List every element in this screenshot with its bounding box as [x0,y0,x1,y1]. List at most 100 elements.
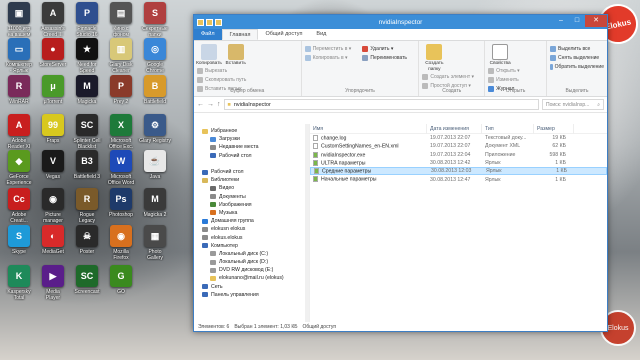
back-arrow-icon[interactable]: ← [197,101,204,108]
copy-path-button[interactable]: Скопировать путь [197,76,246,85]
column-type[interactable]: Тип [482,123,534,134]
file-name: Начальные параметры [310,176,427,183]
new-folder-icon [426,44,443,60]
tree-item-icon [202,169,208,175]
app-icon: M [144,188,166,210]
copy-button[interactable]: Копировать [196,44,222,67]
app-icon: ▣ [8,2,30,24]
column-size[interactable]: Размер [534,123,574,134]
navigation-scrollbar[interactable] [305,124,309,322]
app-icon: A [42,2,64,24]
tree-item-label: Музыка [219,209,238,216]
column-name[interactable]: Имя [310,123,427,134]
tree-item[interactable]: elokusn elokus [194,225,309,233]
tree-item[interactable]: Домашняя группа [194,217,309,225]
desktop-icon-label: Java [149,174,161,180]
file-row[interactable]: Средние параметры 30.08.2013 12:03 Ярлык 1 … [310,167,607,176]
tree-item[interactable]: Локальный диск (D:) [194,258,309,266]
tree-item[interactable]: Панель управления [194,291,309,299]
new-item-button[interactable]: Создать элемент ▾ [422,72,474,81]
tree-item[interactable]: Избранное [194,127,309,135]
tree-item-label: Локальный диск (C:) [219,250,269,257]
app-icon: ◉ [42,188,64,210]
app-icon: SC [76,114,98,136]
organize-group-label: Упорядочить [345,88,375,94]
app-icon: ▭ [8,38,30,60]
delete-button[interactable]: Удалить ▾ [362,44,407,53]
invert-selection-button[interactable]: Обратить выделение [549,62,604,71]
move-to-button[interactable]: Переместить в ▾ [304,44,361,53]
forward-arrow-icon[interactable]: → [207,101,214,108]
tree-item-icon [202,161,208,166]
tree-item[interactable]: elokus.elokus [194,233,309,241]
tab-view[interactable]: Вид [309,29,333,40]
address-bar[interactable]: ■ nvidiaInspector [223,99,539,110]
app-icon: ● [42,38,64,60]
tree-item[interactable]: elokunano@mail.ru (elokus) [194,274,309,282]
select-all-button[interactable]: Выделить все [549,44,604,53]
file-row[interactable]: change.log 19.07.2013 22:07 Текстовый доку… [310,134,607,142]
select-none-button[interactable]: Снять выделение [549,53,604,62]
desktop-icon[interactable]: G GO [102,265,140,313]
tree-item-label: Избранное [211,128,238,135]
item-count: Элементов: 6 [198,323,230,330]
cut-button[interactable]: Вырезать [197,67,246,76]
paste-button[interactable]: Вставить [224,44,248,67]
file-type: Ярлык [485,160,501,167]
app-icon: S [8,225,30,247]
tab-share[interactable]: Общий доступ [258,29,309,40]
app-icon: V [42,150,64,172]
tab-home[interactable]: Главная [221,29,259,40]
close-button[interactable]: ✕ [585,15,607,27]
desktop-icon[interactable]: ▦ Photo Gallery [136,225,174,273]
clipboard-group-label: Буфер обмена [230,88,265,94]
tab-file[interactable]: Файл [194,29,222,40]
tree-item[interactable]: Библиотеки [194,176,309,184]
tree-item-icon [210,267,216,273]
tree-item[interactable]: DVD RW дисковод (E:) [194,266,309,274]
create-group-label: Создать [442,88,462,94]
open-icon [488,68,495,74]
up-arrow-icon[interactable]: ↑ [217,101,221,108]
tree-item[interactable]: Сеть [194,283,309,291]
file-row[interactable]: ULTRA параметры 30.08.2013 12:42 Ярлык 1 КБ [310,159,607,167]
properties-button[interactable]: Свойства [488,44,512,67]
tree-item[interactable]: Рабочий стол [194,152,309,160]
tree-item[interactable]: Изображения [194,201,309,209]
tree-item-icon [210,259,216,265]
file-row[interactable]: nvidiaInspector.exe 19.07.2013 22:04 Прило… [310,151,607,159]
copy-to-button[interactable]: Копировать в ▾ [304,53,361,62]
maximize-button[interactable]: □ [569,15,585,27]
tree-item-label: Изображения [219,201,252,208]
minimize-button[interactable]: – [553,15,569,27]
file-type: Приложение [485,151,516,158]
app-icon: ▥ [110,38,132,60]
tree-item[interactable]: Загрузки [194,135,309,143]
properties-icon [492,44,509,60]
tree-item[interactable]: Компьютер [194,242,309,250]
tree-item-label: Рабочий стол [211,169,244,176]
tree-item[interactable]: Документы [194,193,309,201]
open-button[interactable]: Открыть ▾ [488,67,520,76]
rename-button[interactable]: Переименовать [362,53,407,62]
file-row[interactable]: Начальные параметры 30.08.2013 12:47 Ярлык… [310,175,607,183]
new-folder-button[interactable]: Создать папку [422,44,446,72]
tree-item[interactable]: Недавние места [194,143,309,151]
file-icon [314,168,319,175]
tree-item[interactable]: Локальный диск (C:) [194,250,309,258]
open-group-label: Открыть [505,88,526,94]
desktop-icon-label: Battlefield [144,99,166,105]
app-icon: G [110,265,132,287]
search-input[interactable]: Поиск: nvidiaInsp... ⌕ [542,99,604,110]
tree-item[interactable]: Рабочий стол [194,168,309,176]
file-size: 62 КБ [552,143,566,150]
delete-icon [362,45,369,52]
edit-button[interactable]: Изменить [488,76,520,85]
file-row[interactable]: CustomSettingNames_en-EN.xml 19.07.2013 2… [310,142,607,150]
tree-item[interactable]: Видео [194,184,309,192]
column-date[interactable]: Дата изменения [427,123,482,134]
tree-item[interactable]: Музыка [194,209,309,217]
invert-selection-icon [549,63,553,70]
tree-item[interactable] [194,160,309,168]
tree-item-icon [210,275,216,281]
